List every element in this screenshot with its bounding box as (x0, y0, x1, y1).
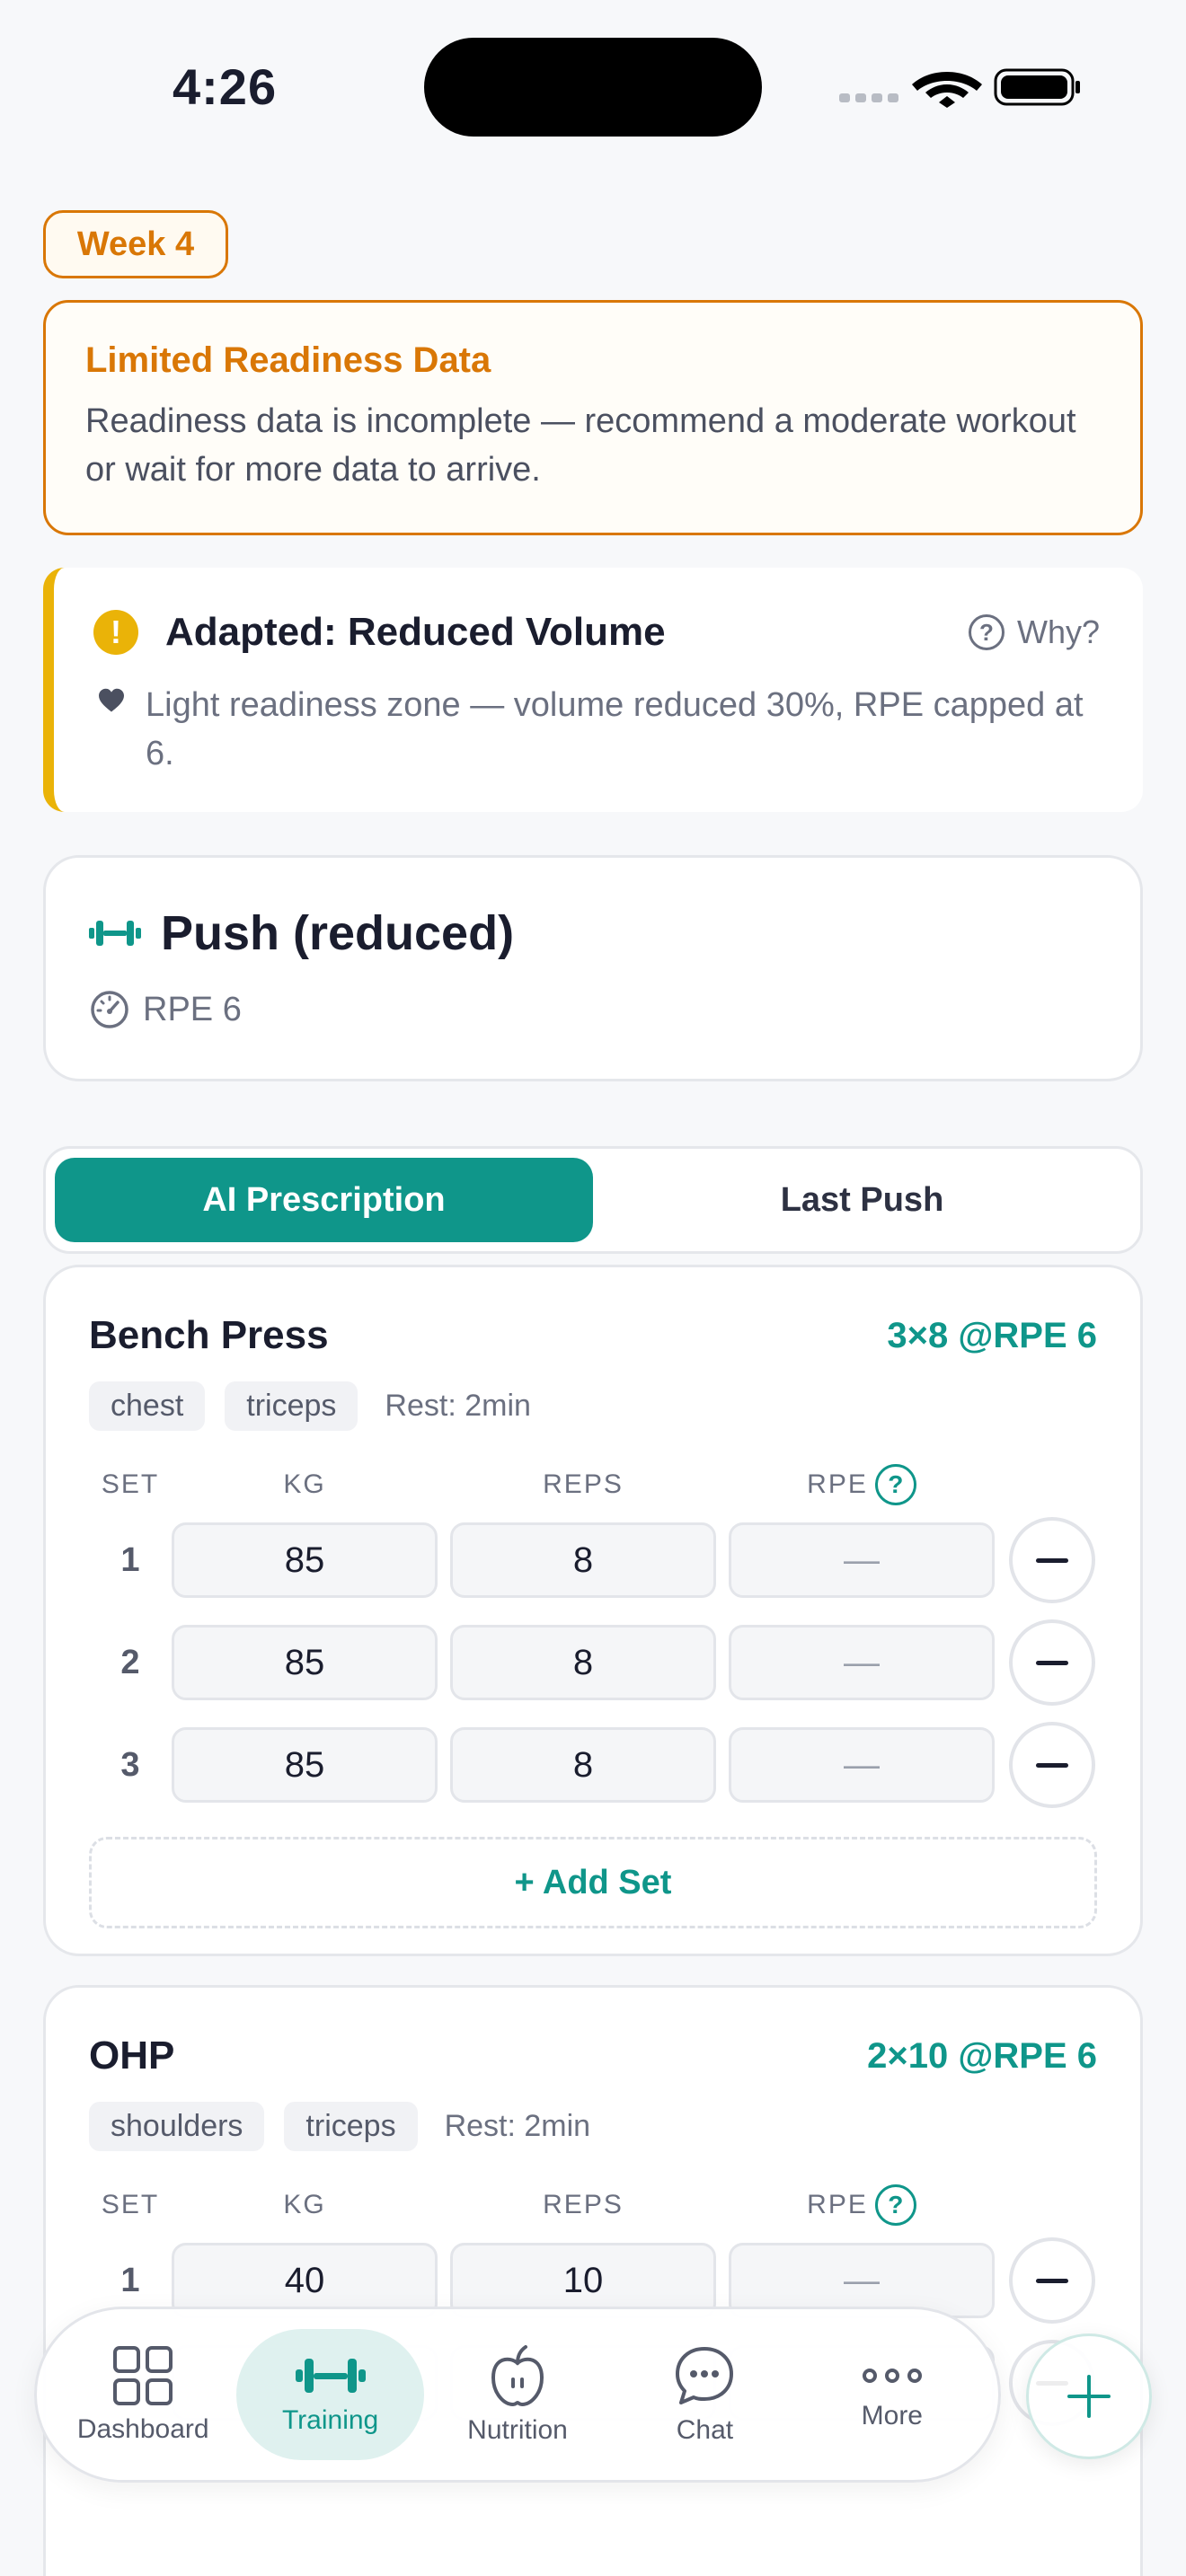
status-time: 4:26 (173, 58, 278, 115)
set-number: 1 (120, 1540, 140, 1579)
reps-input[interactable]: 8 (450, 1625, 716, 1700)
remove-set-button[interactable] (1009, 1619, 1095, 1706)
why-label: Why? (1016, 613, 1100, 650)
rpe-input[interactable]: — (729, 1522, 995, 1598)
exercise-prescription: 2×10 @RPE 6 (867, 2035, 1097, 2076)
rest-time: Rest: 2min (444, 2108, 591, 2143)
remove-set-button[interactable] (1009, 1517, 1095, 1603)
exercise-name: Bench Press (89, 1313, 329, 1357)
status-icons (839, 68, 1080, 108)
col-header-rpe: RPE (807, 1469, 868, 1499)
minus-icon (1036, 1557, 1068, 1563)
col-header-rpe: RPE (807, 2190, 868, 2219)
tab-ai-prescription[interactable]: AI Prescription (55, 1158, 593, 1242)
muscle-tag: shoulders (89, 2101, 265, 2151)
tab-training[interactable]: Training (236, 2329, 424, 2460)
set-table-header: SET KG REPS RPE ? (89, 1463, 1097, 1506)
muscle-tag: triceps (284, 2101, 418, 2151)
adapted-volume-card: ! Adapted: Reduced Volume ? Why? Light r… (43, 568, 1143, 812)
tab-label: Nutrition (467, 2415, 568, 2445)
week-badge: Week 4 (43, 210, 228, 278)
col-header-kg: KG (283, 1469, 326, 1499)
grid-icon (113, 2346, 173, 2405)
tab-label: More (861, 2401, 923, 2430)
col-header-kg: KG (283, 2190, 326, 2219)
minus-icon (1036, 1762, 1068, 1768)
exercise-card-ohp: OHP 2×10 @RPE 6 shoulders triceps Rest: … (43, 1985, 1143, 2576)
tab-nutrition[interactable]: Nutrition (424, 2329, 611, 2460)
rpe-input[interactable]: — (729, 1727, 995, 1803)
alert-icon: ! (93, 610, 138, 655)
dumbbell-icon (89, 921, 141, 946)
workout-title: Push (reduced) (161, 906, 515, 960)
adapted-text: Light readiness zone — volume reduced 30… (146, 686, 1084, 772)
wifi-icon (912, 72, 982, 108)
exercise-prescription: 3×8 @RPE 6 (887, 1315, 1097, 1355)
bottom-tab-bar: Dashboard Training Nutrition Chat More (34, 2307, 1001, 2483)
tab-label: Chat (676, 2415, 734, 2445)
battery-icon (994, 68, 1080, 106)
remove-set-button[interactable] (1009, 1722, 1095, 1808)
set-number: 3 (120, 1745, 140, 1784)
tab-label: Training (281, 2405, 379, 2435)
readiness-warning-title: Limited Readiness Data (85, 340, 491, 380)
set-row: 1 85 8 — (89, 1517, 1097, 1603)
set-number: 1 (120, 2261, 140, 2299)
remove-set-button[interactable] (1009, 2237, 1095, 2324)
readiness-warning-card: Limited Readiness Data Readiness data is… (43, 300, 1143, 535)
tab-last-push[interactable]: Last Push (593, 1158, 1131, 1242)
col-header-set: SET (101, 2190, 160, 2219)
rpe-help-icon[interactable]: ? (874, 2184, 916, 2226)
workout-card: Push (reduced) RPE 6 (43, 855, 1143, 1081)
muscle-tag: triceps (225, 1381, 358, 1431)
signal-dots-icon (839, 93, 898, 102)
more-dots-icon (862, 2369, 922, 2383)
set-row: 3 85 8 — (89, 1722, 1097, 1808)
gauge-icon (91, 991, 128, 1028)
chat-bubble-icon (676, 2347, 734, 2404)
exercise-name: OHP (89, 2033, 175, 2078)
why-button[interactable]: ? Why? (968, 613, 1100, 651)
kg-input[interactable]: 85 (172, 1727, 438, 1803)
minus-icon (1036, 1660, 1068, 1665)
tab-label: Dashboard (76, 2414, 209, 2444)
tab-more[interactable]: More (799, 2329, 986, 2460)
reps-input[interactable]: 8 (450, 1727, 716, 1803)
prescription-segment-control: AI Prescription Last Push (43, 1146, 1143, 1254)
add-set-button[interactable]: + Add Set (89, 1837, 1097, 1928)
status-bar: 4:26 (0, 0, 1186, 180)
rest-time: Rest: 2min (385, 1388, 531, 1423)
set-table-header: SET KG REPS RPE ? (89, 2183, 1097, 2227)
muscle-tag: chest (89, 1381, 206, 1431)
kg-input[interactable]: 85 (172, 1625, 438, 1700)
set-row: 2 85 8 — (89, 1619, 1097, 1706)
heart-icon (99, 688, 124, 712)
tab-chat[interactable]: Chat (611, 2329, 798, 2460)
reps-input[interactable]: 8 (450, 1522, 716, 1598)
adapted-title: Adapted: Reduced Volume (165, 610, 666, 654)
col-header-set: SET (101, 1469, 160, 1499)
workout-rpe: RPE 6 (143, 990, 242, 1028)
col-header-reps: REPS (543, 2190, 624, 2219)
kg-input[interactable]: 85 (172, 1522, 438, 1598)
plus-icon (1067, 2375, 1111, 2418)
dumbbell-icon (295, 2359, 366, 2393)
apple-icon (491, 2345, 544, 2407)
set-number: 2 (120, 1643, 140, 1681)
rpe-input[interactable]: — (729, 1625, 995, 1700)
question-circle-icon: ? (968, 614, 1005, 650)
dynamic-island (424, 38, 762, 137)
add-floating-button[interactable] (1026, 2333, 1152, 2459)
rpe-help-icon[interactable]: ? (874, 1464, 916, 1505)
exercise-card-bench-press: Bench Press 3×8 @RPE 6 chest triceps Res… (43, 1265, 1143, 1956)
col-header-reps: REPS (543, 1469, 624, 1499)
minus-icon (1036, 2278, 1068, 2283)
readiness-warning-text: Readiness data is incomplete — recommend… (85, 402, 1076, 489)
tab-dashboard[interactable]: Dashboard (49, 2329, 236, 2460)
